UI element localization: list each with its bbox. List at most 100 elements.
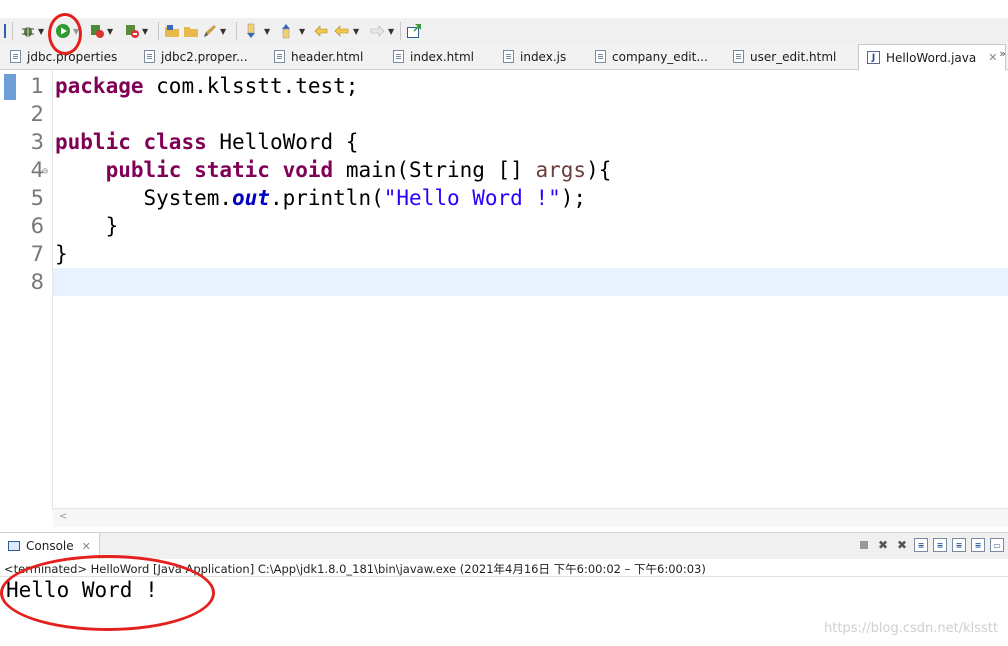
token: } xyxy=(55,242,68,266)
external-tools-icon xyxy=(126,25,139,38)
chevron-down-icon[interactable]: ▼ xyxy=(353,27,359,36)
tab-user-edit-html[interactable]: user_edit.html xyxy=(733,44,836,69)
code-line[interactable]: 3 public class HelloWord { xyxy=(0,128,1008,156)
chevron-down-icon[interactable]: ▼ xyxy=(107,27,113,36)
chevron-down-icon[interactable]: ▼ xyxy=(388,27,394,36)
remove-launch-icon[interactable]: ✖ xyxy=(876,538,890,552)
chevron-down-icon[interactable]: ▼ xyxy=(220,27,226,36)
console-output[interactable]: Hello Word ! xyxy=(6,578,158,602)
prev-annotation-button[interactable] xyxy=(278,20,294,42)
tab-header-html[interactable]: header.html xyxy=(274,44,363,69)
console-toolbar: ✖ ✖ ≡ ≡ ≡ ≡ ▭ xyxy=(857,538,1004,552)
clear-console-icon[interactable]: ≡ xyxy=(914,538,928,552)
next-annotation-button[interactable] xyxy=(243,20,259,42)
chevron-down-icon[interactable]: ▼ xyxy=(297,20,305,42)
code-line[interactable]: 4 ⊖ public static void main(String [] arg… xyxy=(0,156,1008,184)
word-wrap-icon[interactable]: ≡ xyxy=(952,538,966,552)
tab-index-js[interactable]: index.js xyxy=(503,44,566,69)
close-icon[interactable]: ✕ xyxy=(82,540,91,553)
js-file-icon xyxy=(503,50,514,63)
fold-toggle-icon[interactable]: ⊖ xyxy=(42,158,48,186)
line-number: 7 xyxy=(30,242,44,266)
scroll-left-icon[interactable]: < xyxy=(59,511,67,522)
more-tabs-button[interactable]: » xyxy=(999,47,1006,60)
new-task-button[interactable] xyxy=(406,20,422,42)
line-number: 1 xyxy=(30,74,44,98)
main-toolbar: ▼ ▼ ▼ ▼ ▼ ▼ ▼ ▼ ▼ xyxy=(0,0,1008,44)
token: ); xyxy=(560,186,587,210)
pin-console-icon[interactable]: ≡ xyxy=(971,538,985,552)
toolbar-separator xyxy=(236,22,237,40)
token-str: "Hello Word !" xyxy=(383,186,561,210)
token-kw: void xyxy=(282,158,334,182)
code-line[interactable]: 8 xyxy=(0,268,1008,296)
file-icon xyxy=(144,50,155,63)
scroll-lock-icon[interactable]: ≡ xyxy=(933,538,947,552)
run-button[interactable]: ▼ xyxy=(55,20,79,42)
file-icon xyxy=(10,50,21,63)
debug-button[interactable]: ▼ xyxy=(20,20,44,42)
open-resource-button[interactable] xyxy=(183,20,199,42)
back-button[interactable]: ▼ xyxy=(333,20,359,42)
tab-jdbc2-properties[interactable]: jdbc2.proper... xyxy=(144,44,248,69)
code-line[interactable]: 2 xyxy=(0,100,1008,128)
line-number: 8 xyxy=(30,270,44,294)
horizontal-scrollbar[interactable]: < xyxy=(53,508,1008,527)
token-kw: class xyxy=(143,130,207,154)
tab-index-html[interactable]: index.html xyxy=(393,44,474,69)
code-line[interactable]: 6 } xyxy=(0,212,1008,240)
code-line[interactable]: 5 System.out.println("Hello Word !"); xyxy=(0,184,1008,212)
tab-jdbc-properties[interactable]: jdbc.properties xyxy=(10,44,117,69)
console-status: <terminated> HelloWord [Java Application… xyxy=(4,562,706,576)
tab-label: jdbc.properties xyxy=(27,49,118,64)
code-editor[interactable]: 1 package com.klsstt.test; 2 3 public class … xyxy=(0,70,1008,527)
chevron-down-icon[interactable]: ▼ xyxy=(262,20,270,42)
code-text: public class HelloWord { xyxy=(55,128,358,156)
tab-label: header.html xyxy=(291,49,364,64)
java-file-icon: J xyxy=(867,51,880,64)
open-type-button[interactable] xyxy=(164,20,180,42)
toolbar-separator xyxy=(158,22,159,40)
forward-button[interactable]: ▼ xyxy=(368,20,394,42)
back-icon xyxy=(334,25,349,37)
code-text: System.out.println("Hello Word !"); xyxy=(55,184,587,212)
display-console-icon[interactable]: ▭ xyxy=(990,538,1004,552)
file-icon xyxy=(274,50,285,63)
coverage-icon xyxy=(91,25,104,38)
external-tools-button[interactable]: ▼ xyxy=(124,20,148,42)
tab-label: company_edit... xyxy=(612,49,708,64)
token: } xyxy=(55,214,119,238)
code-text: } xyxy=(55,212,119,240)
tab-label: jdbc2.proper... xyxy=(161,49,248,64)
chevron-down-icon[interactable]: ▼ xyxy=(73,27,79,36)
close-icon[interactable]: ✕ xyxy=(988,51,997,64)
console-tab-label: Console xyxy=(26,539,74,553)
coverage-button[interactable]: ▼ xyxy=(89,20,113,42)
new-task-icon xyxy=(407,24,421,38)
chevron-down-icon[interactable]: ▼ xyxy=(142,27,148,36)
editor-tab-bar: jdbc.properties jdbc2.proper... header.h… xyxy=(0,44,1008,70)
tab-company-edit[interactable]: company_edit... xyxy=(595,44,708,69)
edit-button[interactable]: ▼ xyxy=(202,20,226,42)
terminate-icon[interactable] xyxy=(857,538,871,552)
toolbar-separator xyxy=(400,22,401,40)
code-line[interactable]: 7} xyxy=(0,240,1008,268)
code-line[interactable]: 1 package com.klsstt.test; xyxy=(0,72,1008,100)
token: .println( xyxy=(269,186,384,210)
tab-label: index.html xyxy=(410,49,474,64)
tab-console[interactable]: Console ✕ xyxy=(0,533,100,559)
token: main(String [] xyxy=(333,158,536,182)
remove-all-terminated-icon[interactable]: ✖ xyxy=(895,538,909,552)
code-text: public static void main(String [] args){ xyxy=(55,156,612,184)
token: System. xyxy=(55,186,233,210)
token: ){ xyxy=(586,158,612,182)
chevron-down-icon[interactable]: ▼ xyxy=(38,27,44,36)
line-number: 3 xyxy=(30,130,44,154)
token-kw: package xyxy=(55,74,144,98)
tab-helloword-java[interactable]: J HelloWord.java ✕ xyxy=(858,44,1007,70)
last-edit-button[interactable] xyxy=(313,20,331,42)
token: HelloWord { xyxy=(206,130,359,154)
tab-label: HelloWord.java xyxy=(886,50,977,65)
